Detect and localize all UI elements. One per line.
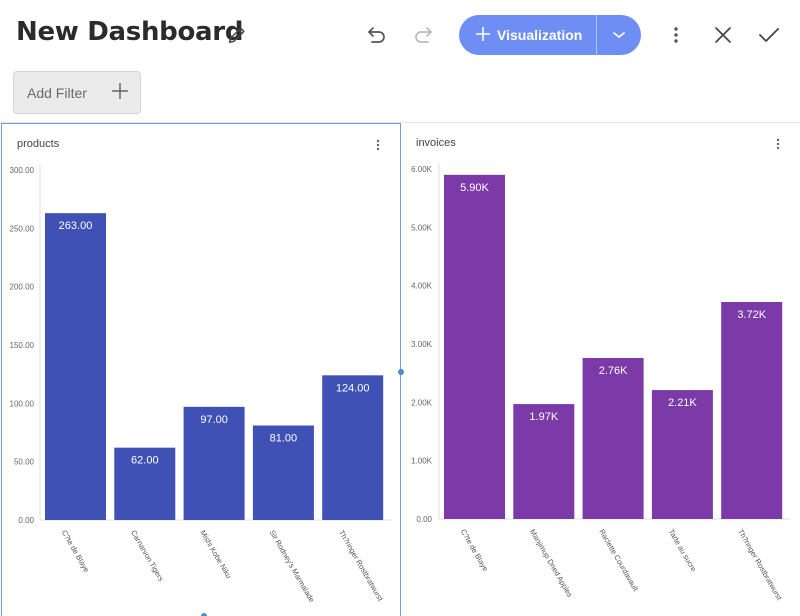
y-tick-label: 6.00K	[411, 165, 433, 174]
resize-handle[interactable]	[398, 369, 404, 375]
plus-icon	[475, 24, 491, 46]
y-tick-label: 200.00	[10, 283, 35, 292]
x-tick-label: C?te de Blaye	[459, 528, 490, 573]
products-bar-chart: 0.00 50.00 100.00 150.00 200.00 250.00 300.00 2…	[10, 164, 392, 604]
data-label: 263.00	[59, 220, 93, 232]
add-visualization-main[interactable]: Visualization	[459, 15, 596, 55]
x-tick-label: Sir Rodney's Marmalade	[268, 529, 317, 604]
x-tick-label: C?te de Blaye	[60, 529, 91, 574]
data-label: 2.21K	[668, 397, 697, 409]
bar[interactable]	[721, 302, 783, 519]
data-label: 81.00	[270, 433, 298, 445]
y-tick-label: 0.00	[18, 516, 34, 525]
y-tick-label: 5.00K	[411, 223, 433, 232]
y-tick-label: 4.00K	[411, 282, 433, 291]
chevron-down-icon[interactable]	[597, 15, 641, 55]
y-tick-label: 50.00	[14, 458, 35, 467]
x-tick-label: Manjimup Dried Apples	[528, 528, 574, 600]
x-tick-label: Carnarvon Tigers	[129, 529, 166, 584]
y-tick-label: 0.00	[416, 515, 432, 524]
x-tick-label: Mishi Kobe Niku	[198, 529, 233, 580]
bar[interactable]	[45, 213, 106, 520]
products-widget[interactable]: products 0.00 50.00 100.00 150.00 200.00 250.…	[1, 123, 401, 616]
close-icon[interactable]	[708, 20, 738, 50]
data-label: 97.00	[200, 414, 228, 426]
y-tick-label: 3.00K	[411, 340, 433, 349]
more-vertical-icon[interactable]	[662, 20, 690, 50]
y-tick-label: 150.00	[10, 341, 35, 350]
y-tick-label: 100.00	[10, 399, 35, 408]
pencil-icon[interactable]	[224, 22, 250, 48]
undo-icon[interactable]	[362, 20, 392, 50]
x-tick-label: Tarte au sucre	[667, 528, 699, 574]
add-visualization-button[interactable]: Visualization	[459, 15, 641, 55]
dashboard-title[interactable]: New Dashboard	[16, 17, 243, 47]
bar[interactable]	[651, 390, 713, 519]
add-filter-label: Add Filter	[27, 84, 87, 101]
y-tick-label: 250.00	[10, 224, 35, 233]
x-tick-label: Th?ringer Rostbratwurst	[337, 529, 385, 604]
y-tick-label: 1.00K	[411, 457, 433, 466]
data-label: 3.72K	[737, 309, 766, 321]
bar[interactable]	[444, 174, 505, 520]
data-label: 62.00	[131, 455, 159, 467]
invoices-bar-chart: 0.00 1.00K 2.00K 3.00K 4.00K 5.00K 6.00K 5.90K C…	[411, 163, 791, 603]
x-tick-label: Th?ringer Rostbratwurst	[736, 528, 784, 603]
check-icon[interactable]	[754, 20, 784, 50]
add-filter-button[interactable]: Add Filter	[13, 71, 141, 114]
data-label: 124.00	[336, 382, 370, 394]
dashboard-canvas: products 0.00 50.00 100.00 150.00 200.00 250.…	[0, 122, 800, 616]
invoices-widget[interactable]: invoices 0.00 1.00K 2.00K 3.00K 4.00K 5.00K 6.…	[403, 123, 800, 616]
redo-icon[interactable]	[408, 20, 438, 50]
plus-icon	[110, 81, 130, 106]
x-tick-label: Raclette Courdavault	[597, 528, 640, 594]
bar[interactable]	[322, 375, 384, 520]
y-tick-label: 300.00	[10, 166, 35, 175]
y-tick-label: 2.00K	[411, 398, 433, 407]
bar[interactable]	[582, 358, 644, 519]
data-label: 2.76K	[599, 365, 628, 377]
add-visualization-label: Visualization	[497, 27, 583, 43]
data-label: 1.97K	[529, 411, 558, 423]
data-label: 5.90K	[460, 182, 489, 194]
dashboard-header: New Dashboard Visualization	[0, 0, 800, 70]
